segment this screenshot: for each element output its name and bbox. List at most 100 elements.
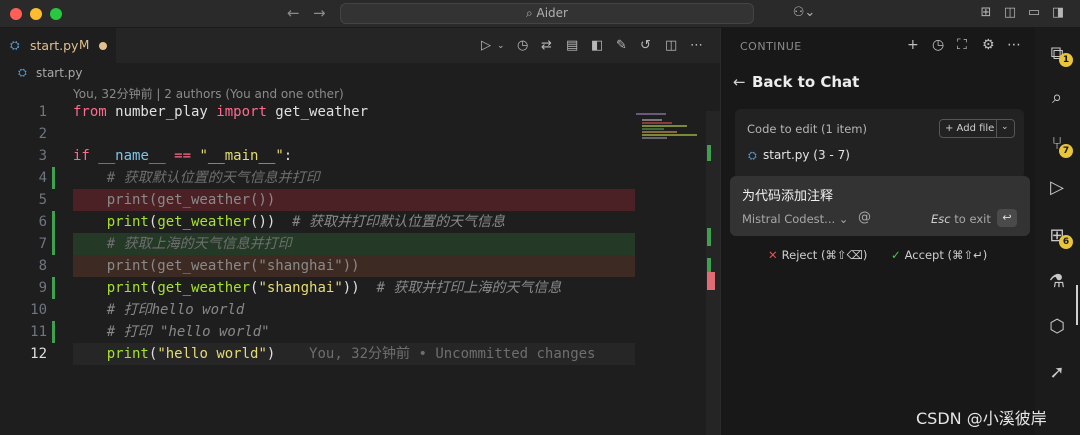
code-token: get_weather xyxy=(266,104,369,120)
code-token: : xyxy=(283,148,293,164)
run-dropdown-icon[interactable]: ⌄ xyxy=(497,41,505,51)
line-number: 5 xyxy=(38,192,47,208)
back-to-chat-title[interactable]: Back to Chat xyxy=(752,73,859,91)
add-file-button[interactable]: + Add file ⌄ xyxy=(939,119,1015,138)
line-number: 10 xyxy=(30,302,47,318)
at-mention-icon[interactable]: @ xyxy=(858,210,871,225)
new-session-icon[interactable]: + xyxy=(907,37,919,53)
maximize-window-button[interactable] xyxy=(50,8,62,20)
python-file-icon: ⛭ xyxy=(10,38,20,52)
more-icon[interactable]: ⋯ xyxy=(1007,37,1021,53)
close-window-button[interactable] xyxy=(10,8,22,20)
editor-area: ⛭ start.py M ▷ ⌄ ◷ ⇄ ▤ ◧ ✎ ↺ ◫ ⋯ ⛭ start… xyxy=(0,28,720,435)
code-line[interactable]: 7 # 获取上海的天气信息并打印 xyxy=(0,233,705,255)
chevron-down-icon[interactable]: ⌄ xyxy=(1001,122,1009,132)
code-line[interactable]: 12 print("hello world") You, 32分钟前 • Unc… xyxy=(0,343,705,365)
toggle-panel-icon[interactable]: ▭ xyxy=(1026,5,1042,21)
git-change-bar[interactable] xyxy=(52,167,55,189)
open-preview-icon[interactable]: ▤ xyxy=(566,38,578,53)
code-token: You, 32分钟前 • Uncommitted changes xyxy=(275,346,596,362)
copilot-icon[interactable]: ⚇⌄ xyxy=(792,5,816,21)
git-change-bar[interactable] xyxy=(52,277,55,299)
accept-button[interactable]: ✓ Accept (⌘⇧↵) xyxy=(891,248,987,262)
code-text[interactable]: # 获取上海的天气信息并打印 xyxy=(73,233,292,255)
code-line[interactable]: 6 print(get_weather()) # 获取并打印默认位置的天气信息 xyxy=(0,211,705,233)
code-token: "hello world" xyxy=(157,346,267,362)
tab-label: start.py xyxy=(30,38,79,53)
prompt-input[interactable]: 为代码添加注释 xyxy=(742,185,833,204)
minimap[interactable] xyxy=(634,111,704,141)
gear-icon[interactable]: ⚙ xyxy=(982,37,995,53)
code-text[interactable]: # 打印hello world xyxy=(73,299,245,321)
history-icon[interactable]: ◷ xyxy=(932,37,944,53)
code-line[interactable]: 1 from number_play import get_weather xyxy=(0,101,705,123)
line-number: 2 xyxy=(38,126,47,142)
toggle-secondary-sidebar-icon[interactable]: ◨ xyxy=(1050,5,1066,21)
customize-layout-icon[interactable]: ⊞ xyxy=(978,5,994,21)
code-text[interactable]: if __name__ == "__main__": xyxy=(73,145,292,167)
code-line[interactable]: 4 # 获取默认位置的天气信息并打印 xyxy=(0,167,705,189)
code-token: from xyxy=(73,104,107,120)
code-text[interactable]: print(get_weather("shanghai")) xyxy=(73,255,360,277)
breadcrumb-file[interactable]: start.py xyxy=(36,66,82,80)
revert-icon[interactable]: ↺ xyxy=(640,38,651,53)
code-text[interactable]: print(get_weather()) xyxy=(73,189,276,211)
git-blame-codelens[interactable]: You, 32分钟前 | 2 authors (You and one othe… xyxy=(73,85,344,102)
toggle-primary-sidebar-icon[interactable]: ◫ xyxy=(1002,5,1018,21)
command-center-search[interactable]: ⌕ Aider xyxy=(340,3,754,24)
line-number: 8 xyxy=(38,258,47,274)
code-line[interactable]: 3 if __name__ == "__main__": xyxy=(0,145,705,167)
back-arrow-icon[interactable]: ← xyxy=(733,73,746,91)
back-arrow-icon[interactable]: ← xyxy=(287,4,300,22)
code-text[interactable]: print("hello world") You, 32分钟前 • Uncomm… xyxy=(73,343,596,365)
code-token: # 获取默认位置的天气信息并打印 xyxy=(73,170,320,186)
rocket-icon[interactable]: ➚ xyxy=(1045,361,1069,385)
code-line[interactable]: 8 print(get_weather("shanghai")) xyxy=(0,255,705,277)
search-icon[interactable]: ⌕ xyxy=(1045,86,1069,110)
minimize-window-button[interactable] xyxy=(30,8,42,20)
timeline-icon[interactable]: ◷ xyxy=(517,38,528,53)
code-line[interactable]: 5 print(get_weather()) xyxy=(0,189,705,211)
model-selector[interactable]: Mistral Codest... ⌄ xyxy=(742,212,848,226)
code-text[interactable]: print(get_weather()) # 获取并打印默认位置的天气信息 xyxy=(73,211,505,233)
git-change-bar[interactable] xyxy=(52,321,55,343)
edit-prompt-box[interactable]: 为代码添加注释 Mistral Codest... ⌄ @ Esc to exi… xyxy=(730,176,1030,236)
code-token: )) xyxy=(342,280,360,296)
extensions-badge: 6 xyxy=(1059,235,1073,249)
more-actions-icon[interactable]: ⋯ xyxy=(690,38,703,53)
git-change-bar[interactable] xyxy=(52,211,55,233)
run-icon[interactable]: ▷ xyxy=(481,38,491,53)
watermark: CSDN @小溪彼岸 xyxy=(916,409,1047,428)
fullscreen-icon[interactable]: ⛶ xyxy=(957,37,967,53)
continue-icon[interactable]: ⬡ xyxy=(1045,315,1069,339)
code-text[interactable]: # 打印 "hello world" xyxy=(73,321,270,343)
tab-start-py[interactable]: ⛭ start.py M xyxy=(0,28,116,63)
code-line[interactable]: 11 # 打印 "hello world" xyxy=(0,321,705,343)
code-file-item[interactable]: start.py (3 - 7) xyxy=(763,148,850,162)
split-editor-icon[interactable]: ◫ xyxy=(665,38,677,53)
compare-changes-icon[interactable]: ⇄ xyxy=(541,38,552,53)
forward-arrow-icon[interactable]: → xyxy=(313,4,326,22)
code-token: == xyxy=(174,148,192,164)
code-token: # 获取并打印上海的天气信息 xyxy=(359,280,562,296)
code-token: # 获取并打印默认位置的天气信息 xyxy=(275,214,506,230)
code-text[interactable]: from number_play import get_weather xyxy=(73,101,368,123)
git-change-bar[interactable] xyxy=(52,233,55,255)
modified-indicator: M xyxy=(79,38,90,52)
run-debug-icon[interactable]: ▷ xyxy=(1045,176,1069,200)
reject-button[interactable]: ✕ Reject (⌘⇧⌫) xyxy=(768,248,867,262)
testing-flask-icon[interactable]: ⚗ xyxy=(1045,270,1069,294)
python-file-icon: ⛭ xyxy=(748,149,757,162)
submit-button[interactable]: ↩ xyxy=(997,209,1017,227)
scroll-change-marker xyxy=(707,258,711,272)
edit-icon[interactable]: ✎ xyxy=(616,38,627,53)
code-text[interactable]: # 获取默认位置的天气信息并打印 xyxy=(73,167,320,189)
code-line[interactable]: 9 print(get_weather("shanghai")) # 获取并打印… xyxy=(0,277,705,299)
code-token: import xyxy=(216,104,267,120)
diff-icon[interactable]: ◧ xyxy=(591,38,603,53)
code-line[interactable]: 10 # 打印hello world xyxy=(0,299,705,321)
code-text[interactable]: print(get_weather("shanghai")) # 获取并打印上海… xyxy=(73,277,562,299)
unsaved-dot-icon[interactable] xyxy=(99,42,107,50)
code-line[interactable]: 2 xyxy=(0,123,705,145)
